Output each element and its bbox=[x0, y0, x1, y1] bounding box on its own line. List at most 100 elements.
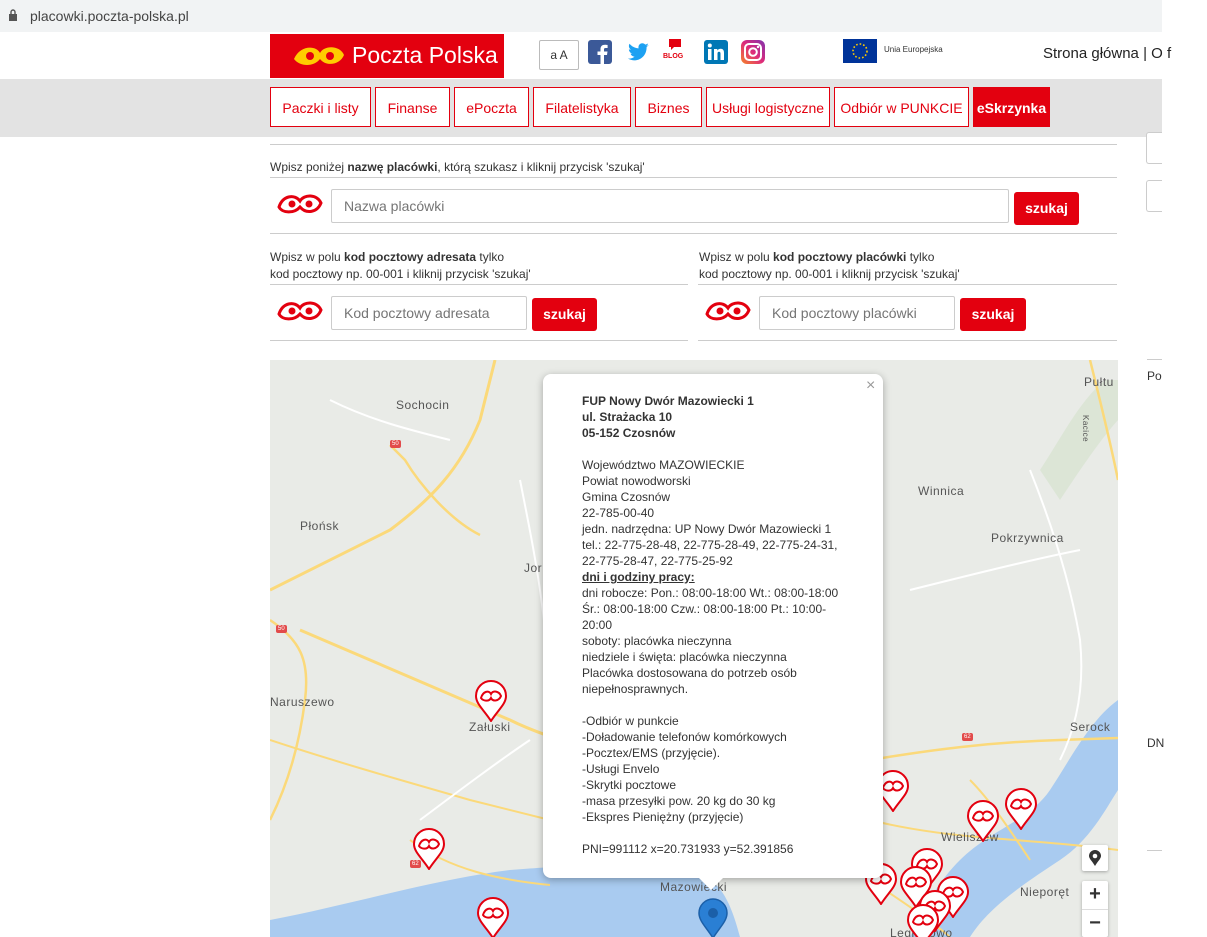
nav-item-paczki-i-listy[interactable]: Paczki i listy bbox=[270, 87, 371, 127]
divider bbox=[270, 233, 1117, 234]
post-office-marker-icon[interactable] bbox=[966, 800, 1000, 842]
lock-icon bbox=[9, 9, 17, 21]
divider bbox=[270, 177, 1117, 178]
poczta-polska-logo[interactable]: Poczta Polska bbox=[270, 34, 504, 78]
post-office-marker-icon[interactable] bbox=[412, 828, 446, 870]
map-label-pokrzywnica: Pokrzywnica bbox=[991, 531, 1064, 545]
office-phone-1: tel.: 22-775-28-48, 22-775-28-49, 22-775… bbox=[582, 538, 838, 552]
eu-label: Unia Europejska bbox=[884, 45, 943, 54]
service-item: -masa przesyłki pow. 20 kg do 30 kg bbox=[582, 794, 776, 808]
hours-line-1: dni robocze: Pon.: 08:00-18:00 Wt.: 08:0… bbox=[582, 586, 839, 600]
side-divider-2 bbox=[1147, 850, 1162, 851]
road-shield: 50 bbox=[390, 440, 401, 448]
nav-item-eskrzynka[interactable]: eSkrzynka bbox=[973, 87, 1050, 127]
posthorn-icon bbox=[277, 194, 323, 214]
office-code-search-button[interactable]: szukaj bbox=[960, 298, 1026, 331]
nav-item-finanse[interactable]: Finanse bbox=[375, 87, 450, 127]
map-label-winnica: Winnica bbox=[918, 484, 965, 498]
side-divider bbox=[1147, 359, 1162, 360]
popup-body: FUP Nowy Dwór Mazowiecki 1 ul. Strażacka… bbox=[582, 393, 852, 857]
eu-flag-icon bbox=[843, 39, 877, 63]
hours-line-2: Śr.: 08:00-18:00 Czw.: 08:00-18:00 Pt.: … bbox=[582, 602, 827, 616]
divider bbox=[270, 340, 688, 341]
font-size-button[interactable]: a A bbox=[539, 40, 579, 70]
post-office-marker-icon[interactable] bbox=[1004, 788, 1038, 830]
office-voivodeship: Województwo MAZOWIECKIE bbox=[582, 458, 745, 472]
sunday-hours: niedziele i święta: placówka nieczynna bbox=[582, 650, 787, 664]
zoom-in-button[interactable]: + bbox=[1082, 881, 1108, 910]
office-code-input[interactable] bbox=[759, 296, 955, 330]
accessibility-2: niepełnosprawnych. bbox=[582, 682, 689, 696]
service-item: -Usługi Envelo bbox=[582, 762, 660, 776]
blog-link[interactable]: BLOG bbox=[661, 38, 689, 66]
post-office-marker-icon[interactable] bbox=[476, 897, 510, 937]
map-label-naruszewo: Naruszewo bbox=[270, 695, 335, 709]
location-pin-icon bbox=[1089, 850, 1101, 866]
selected-location-marker-icon[interactable] bbox=[697, 898, 729, 937]
map-label-serock: Serock bbox=[1070, 720, 1111, 734]
office-parent: jedn. nadrzędna: UP Nowy Dwór Mazowiecki… bbox=[582, 522, 832, 536]
map-label-kacice: Kacice bbox=[1081, 415, 1090, 443]
zoom-out-button[interactable]: − bbox=[1082, 910, 1108, 937]
side-widget-2[interactable] bbox=[1146, 180, 1162, 212]
addressee-code-search-button[interactable]: szukaj bbox=[532, 298, 597, 331]
office-phone-2: 22-775-28-47, 22-775-25-92 bbox=[582, 554, 733, 568]
nav-item-biznes[interactable]: Biznes bbox=[635, 87, 702, 127]
office-code: 22-785-00-40 bbox=[582, 506, 655, 520]
map-label-sochocin: Sochocin bbox=[396, 398, 450, 412]
twitter-icon[interactable] bbox=[626, 40, 650, 64]
road-shield: 50 bbox=[276, 625, 287, 633]
nav-item-filatelistyka[interactable]: Filatelistyka bbox=[533, 87, 631, 127]
top-links[interactable]: Strona główna | O f bbox=[1043, 45, 1171, 62]
side-widget-1[interactable] bbox=[1146, 132, 1162, 164]
map-label-pultusk: Pułtu bbox=[1084, 375, 1114, 389]
service-item: -Odbiór w punkcie bbox=[582, 714, 679, 728]
office-pni: PNI=991112 x=20.731933 y=52.391856 bbox=[582, 842, 794, 856]
nav-item-uslugi-logistyczne[interactable]: Usługi logistyczne bbox=[706, 87, 830, 127]
name-search-input[interactable] bbox=[331, 189, 1009, 223]
side-label-1: Po bbox=[1147, 369, 1162, 383]
divider bbox=[270, 284, 688, 285]
facebook-icon[interactable] bbox=[588, 40, 612, 64]
post-office-marker-icon[interactable] bbox=[906, 904, 940, 937]
logo-text: Poczta Polska bbox=[352, 42, 498, 68]
posthorn-icon bbox=[277, 301, 323, 321]
zoom-controls: + − bbox=[1082, 881, 1108, 937]
name-search-button[interactable]: szukaj bbox=[1014, 192, 1079, 225]
divider bbox=[270, 144, 1117, 145]
service-item: -Pocztex/EMS (przyjęcie). bbox=[582, 746, 721, 760]
service-item: -Ekspres Pieniężny (przyjęcie) bbox=[582, 810, 744, 824]
instagram-icon[interactable] bbox=[741, 40, 765, 64]
office-code-hint: Wpisz w polu kod pocztowy placówki tylko… bbox=[699, 250, 960, 281]
my-location-button[interactable] bbox=[1082, 845, 1108, 871]
side-label-2: DN bbox=[1147, 736, 1165, 750]
map-label-jor: Jor bbox=[524, 561, 543, 575]
service-item: -Skrytki pocztowe bbox=[582, 778, 677, 792]
browser-url-bar[interactable]: placowki.poczta-polska.pl bbox=[0, 0, 1162, 32]
addressee-code-hint: Wpisz w polu kod pocztowy adresata tylko… bbox=[270, 250, 531, 281]
map-label-plonsk: Płońsk bbox=[300, 519, 340, 533]
office-city: 05-152 Czosnów bbox=[582, 426, 676, 440]
posthorn-icon bbox=[705, 301, 751, 321]
nav-item-epoczta[interactable]: ePoczta bbox=[454, 87, 529, 127]
nav-item-odbior-w-punkcie[interactable]: Odbiór w PUNKCIE bbox=[834, 87, 969, 127]
post-office-marker-icon[interactable] bbox=[474, 680, 508, 722]
office-county: Powiat nowodworski bbox=[582, 474, 691, 488]
office-name: FUP Nowy Dwór Mazowiecki 1 bbox=[582, 394, 754, 408]
office-commune: Gmina Czosnów bbox=[582, 490, 671, 504]
divider bbox=[698, 284, 1117, 285]
road-shield: 62 bbox=[962, 733, 973, 741]
posthorn-logo-icon bbox=[294, 47, 344, 65]
popup-close-button[interactable]: × bbox=[866, 377, 875, 395]
office-info-popup: × FUP Nowy Dwór Mazowiecki 1 ul. Strażac… bbox=[543, 374, 883, 878]
linkedin-icon[interactable] bbox=[704, 40, 728, 64]
hours-line-3: 20:00 bbox=[582, 618, 613, 632]
url-text[interactable]: placowki.poczta-polska.pl bbox=[30, 8, 189, 24]
accessibility-1: Placówka dostosowana do potrzeb osób bbox=[582, 666, 797, 680]
blog-bubble-icon bbox=[669, 39, 681, 50]
addressee-code-input[interactable] bbox=[331, 296, 527, 330]
popup-pointer bbox=[698, 877, 724, 890]
